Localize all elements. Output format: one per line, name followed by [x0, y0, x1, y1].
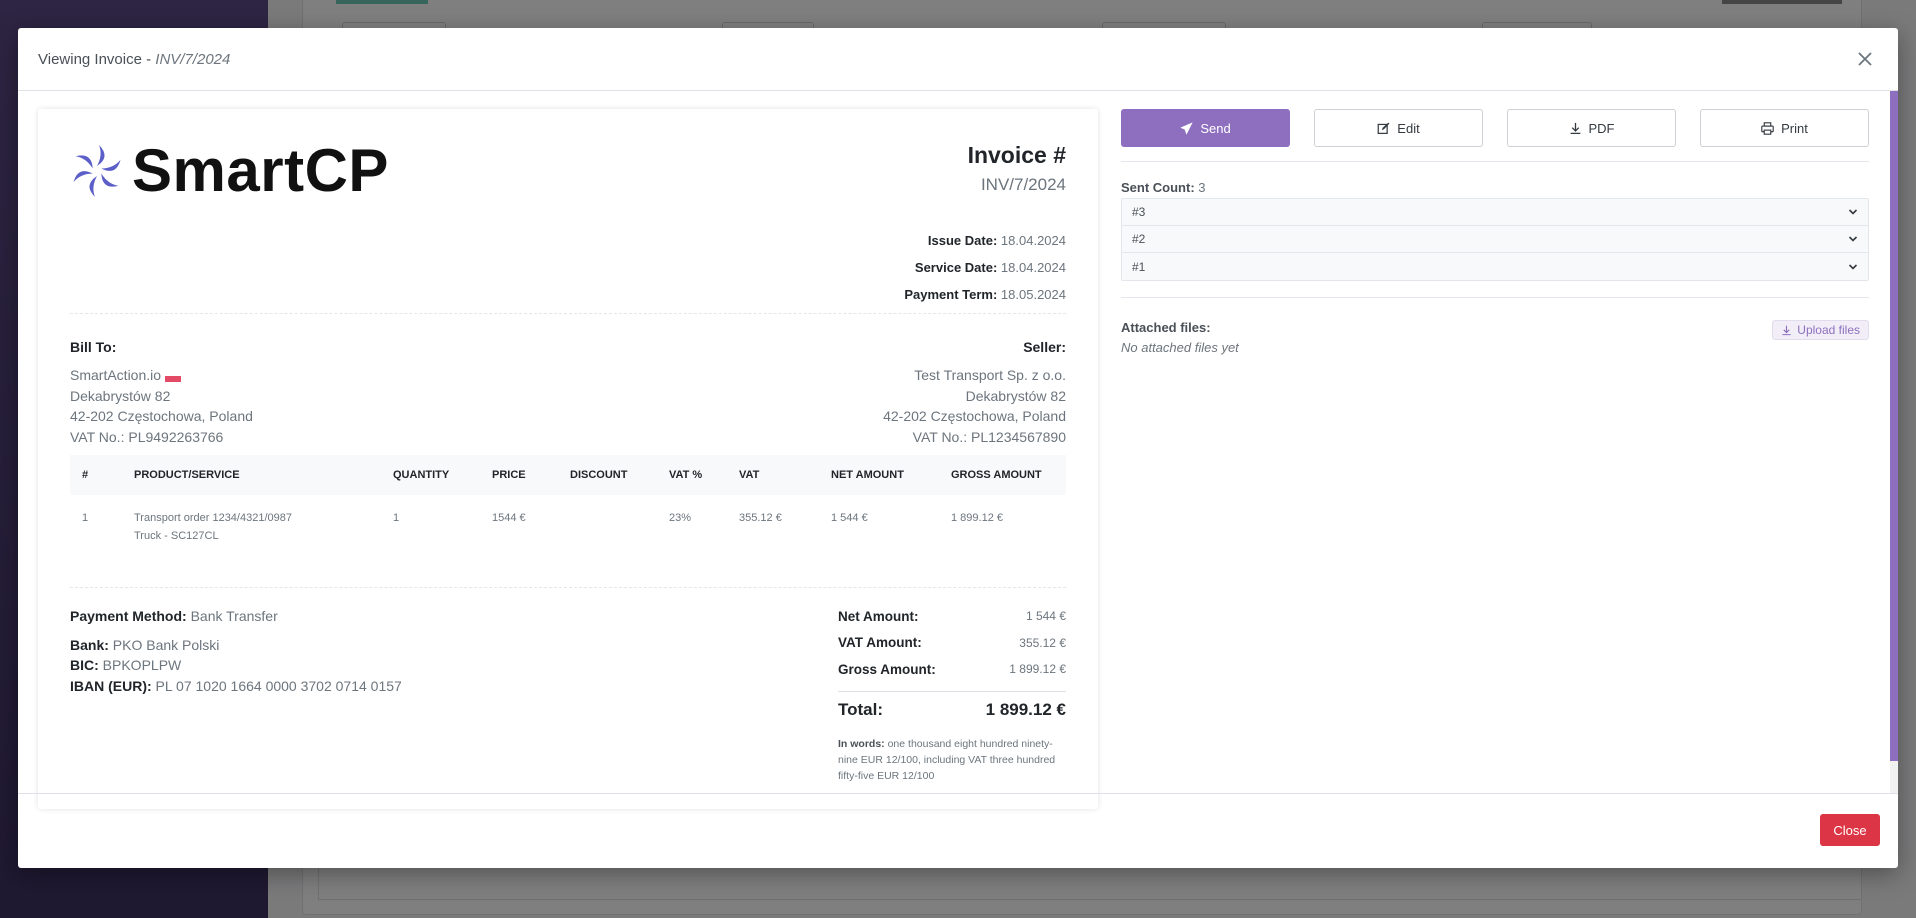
action-toolbar: Send Edit PDF Print	[1121, 109, 1869, 147]
sent-item-2[interactable]: #2	[1122, 226, 1868, 253]
bill-to-street: Dekabrystów 82	[70, 387, 171, 404]
chevron-down-icon	[1848, 263, 1858, 270]
print-button[interactable]: Print	[1700, 109, 1869, 147]
close-icon[interactable]	[1854, 48, 1876, 70]
col-gross: GROSS AMOUNT	[939, 455, 1066, 495]
col-net: NET AMOUNT	[819, 455, 939, 495]
totals-block: Net Amount: 1 544 € VAT Amount: 355.12 € G…	[838, 603, 1066, 784]
payment-term: Payment Term: 18.05.2024	[904, 287, 1066, 302]
col-product: PRODUCT/SERVICE	[122, 455, 381, 495]
cell-product: Transport order 1234/4321/0987 Truck - SC…	[134, 512, 292, 542]
bill-to-name: SmartAction.io	[70, 365, 253, 386]
divider	[1121, 297, 1869, 298]
payment-bank: Bank: PKO Bank Polski	[70, 636, 220, 653]
download-icon	[1782, 325, 1791, 335]
sent-item-3[interactable]: #3	[1122, 199, 1868, 226]
printer-icon	[1761, 121, 1774, 135]
invoice-heading: Invoice # INV/7/2024	[968, 142, 1066, 195]
cell-net: 1 544 €	[831, 512, 868, 524]
attachments-title: Attached files:	[1121, 320, 1211, 335]
items-header-row: # PRODUCT/SERVICE QUANTITY PRICE DISCOUN…	[70, 455, 1066, 495]
divider	[1121, 161, 1869, 162]
bill-to-block: Bill To: SmartAction.io Dekabrystów 82 4…	[70, 339, 253, 447]
payment-iban: IBAN (EUR): PL 07 1020 1664 0000 3702 07…	[70, 677, 402, 694]
edit-icon	[1377, 122, 1390, 134]
close-button[interactable]: Close	[1820, 814, 1880, 846]
company-logo: SmartCP	[70, 141, 389, 201]
cell-vat: 355.12 €	[739, 512, 782, 524]
col-number: #	[70, 455, 122, 495]
seller-vat: VAT No.: PL1234567890	[912, 428, 1066, 445]
bill-to-vat: VAT No.: PL9492263766	[70, 428, 224, 445]
modal-title-number: INV/7/2024	[155, 50, 231, 68]
send-button[interactable]: Send	[1121, 109, 1290, 147]
sent-history-accordion: #3 #2 #1	[1121, 198, 1869, 281]
seller-title: Seller:	[1023, 339, 1066, 355]
table-row: 1 Transport order 1234/4321/0987 Truck - …	[70, 495, 1066, 555]
modal-title: Viewing Invoice - INV/7/2024	[38, 51, 230, 68]
chevron-down-icon	[1848, 209, 1858, 215]
attachments-section: Attached files: No attached files yet Up…	[1121, 320, 1869, 355]
upload-files-button[interactable]: Upload files	[1772, 320, 1869, 340]
payment-bic: BIC: BPKOPLPW	[70, 657, 182, 673]
divider	[70, 313, 1066, 314]
col-price: PRICE	[480, 455, 558, 495]
seller-block: Seller: Test Transport Sp. z o.o. Dekabr…	[883, 339, 1066, 447]
seller-street: Dekabrystów 82	[965, 387, 1066, 404]
paper-plane-icon	[1180, 121, 1194, 135]
invoice-document: SmartCP Invoice # INV/7/2024 Issue Date:…	[38, 109, 1098, 809]
grand-total-row: Total: 1 899.12 €	[838, 699, 1066, 719]
seller-name: Test Transport Sp. z o.o.	[914, 367, 1066, 383]
items-table: # PRODUCT/SERVICE QUANTITY PRICE DISCOUN…	[70, 455, 1066, 555]
edit-button[interactable]: Edit	[1314, 109, 1483, 147]
cell-discount	[558, 495, 657, 555]
modal-title-prefix: Viewing Invoice -	[38, 50, 156, 68]
pdf-download-button[interactable]: PDF	[1507, 109, 1676, 147]
invoice-number: INV/7/2024	[980, 175, 1066, 194]
scrollbar-thumb[interactable]	[1890, 91, 1898, 761]
smartcp-logo-icon	[73, 145, 121, 197]
amount-in-words: In words: one thousand eight hundred nin…	[838, 737, 1056, 782]
seller-city: 42-202 Częstochowa, Poland	[883, 408, 1066, 424]
bill-to-title: Bill To:	[70, 339, 117, 355]
col-quantity: QUANTITY	[381, 455, 480, 495]
cell-quantity: 1	[393, 512, 400, 524]
service-date: Service Date: 18.04.2024	[914, 260, 1066, 275]
col-vat-pct: VAT %	[657, 455, 727, 495]
col-discount: DISCOUNT	[558, 455, 657, 495]
download-icon	[1570, 122, 1580, 134]
cell-vat-pct: 23%	[669, 512, 692, 524]
cell-gross: 1 899.12 €	[951, 512, 1003, 524]
invoice-modal: Viewing Invoice - INV/7/2024 SmartCP Inv…	[18, 28, 1898, 868]
logo-wordmark: SmartCP	[132, 137, 389, 204]
modal-footer: Close	[18, 793, 1898, 868]
sent-item-1[interactable]: #1	[1122, 253, 1868, 280]
invoice-title: Invoice #	[967, 142, 1066, 168]
attachments-empty: No attached files yet	[1121, 340, 1239, 355]
payment-method: Payment Method: Bank Transfer	[70, 608, 278, 624]
vat-amount-row: VAT Amount: 355.12 €	[838, 635, 1066, 651]
sent-count: Sent Count: 3	[1121, 180, 1206, 195]
divider	[70, 587, 1066, 588]
col-vat: VAT	[727, 455, 819, 495]
payment-details: Payment Method: Bank Transfer Bank: PKO …	[70, 606, 402, 696]
cell-price: 1544 €	[492, 512, 526, 524]
invoice-actions-panel: Send Edit PDF Print Sent Count: 3 #3 #2 …	[1121, 109, 1869, 355]
totals-divider	[838, 690, 1066, 692]
modal-header: Viewing Invoice - INV/7/2024	[18, 28, 1898, 91]
invoice-dates: Issue Date: 18.04.2024 Service Date: 18.…	[904, 227, 1066, 308]
gross-amount-row: Gross Amount: 1 899.12 €	[838, 661, 1066, 677]
cell-number: 1	[82, 512, 89, 524]
scrollbar[interactable]	[1890, 91, 1898, 793]
issue-date: Issue Date: 18.04.2024	[927, 233, 1066, 248]
poland-flag-icon	[165, 376, 182, 382]
modal-body: SmartCP Invoice # INV/7/2024 Issue Date:…	[18, 91, 1898, 809]
chevron-down-icon	[1848, 236, 1858, 242]
net-amount-row: Net Amount: 1 544 €	[838, 608, 1066, 624]
bill-to-city: 42-202 Częstochowa, Poland	[70, 408, 253, 424]
